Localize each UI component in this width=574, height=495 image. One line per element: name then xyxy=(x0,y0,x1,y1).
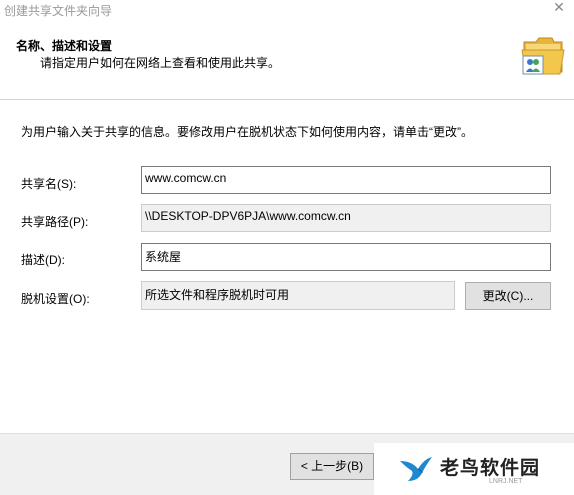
title-bar: 创建共享文件夹向导 ✕ xyxy=(0,0,574,22)
share-wizard-window: 创建共享文件夹向导 ✕ 名称、描述和设置 请指定用户如何在网络上查看和使用此共享… xyxy=(0,0,574,495)
watermark-text: 老鸟软件园 xyxy=(440,458,541,479)
offline-settings-label: 脱机设置(O): xyxy=(21,292,90,306)
offline-settings-field: 所选文件和程序脱机时可用 xyxy=(141,281,455,310)
back-button[interactable]: < 上一步(B) xyxy=(290,453,374,480)
wizard-body: 为用户输入关于共享的信息。要修改用户在脱机状态下如何使用内容，请单击“更改”。 … xyxy=(0,100,574,433)
watermark-subtext: LNRJ.NET xyxy=(489,478,523,485)
header-title: 名称、描述和设置 xyxy=(16,39,113,53)
window-title: 创建共享文件夹向导 xyxy=(4,4,113,18)
description-input[interactable]: 系统屋 xyxy=(141,243,551,271)
bird-logo-icon xyxy=(400,457,432,481)
share-name-input[interactable]: www.comcw.cn xyxy=(141,166,551,194)
header-subtitle: 请指定用户如何在网络上查看和使用此共享。 xyxy=(40,56,281,70)
close-icon[interactable]: ✕ xyxy=(552,0,566,14)
share-name-label: 共享名(S): xyxy=(21,177,77,191)
share-path-field: \\DESKTOP-DPV6PJA\www.comcw.cn xyxy=(141,204,551,232)
share-path-label: 共享路径(P): xyxy=(21,215,89,229)
watermark: 老鸟软件园 LNRJ.NET xyxy=(374,443,574,495)
description-label: 描述(D): xyxy=(21,253,65,267)
change-offline-button[interactable]: 更改(C)... xyxy=(465,282,551,310)
wizard-header: 名称、描述和设置 请指定用户如何在网络上查看和使用此共享。 xyxy=(0,22,574,100)
shared-folder-icon xyxy=(521,37,565,75)
intro-text: 为用户输入关于共享的信息。要修改用户在脱机状态下如何使用内容，请单击“更改”。 xyxy=(21,125,473,139)
